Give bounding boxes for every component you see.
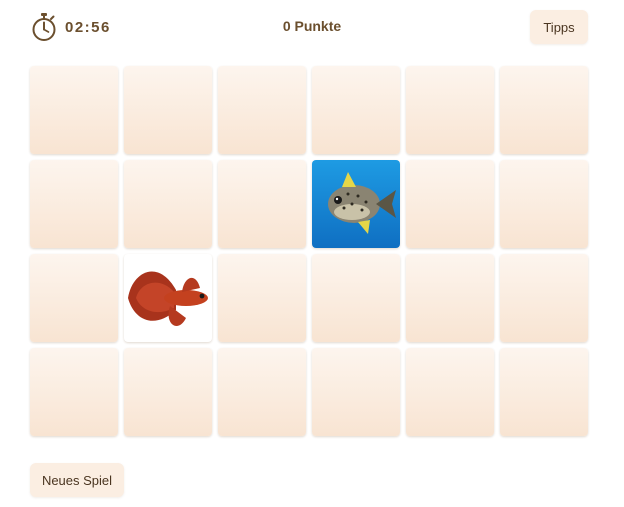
new-game-button[interactable]: Neues Spiel [30, 463, 124, 497]
memory-card[interactable] [124, 160, 212, 248]
memory-card[interactable] [30, 66, 118, 154]
memory-card[interactable] [500, 348, 588, 436]
memory-card[interactable] [124, 348, 212, 436]
pufferfish-icon [328, 172, 396, 234]
memory-card[interactable] [500, 160, 588, 248]
tips-button[interactable]: Tipps [530, 10, 588, 44]
memory-card[interactable] [406, 66, 494, 154]
memory-card[interactable] [500, 254, 588, 342]
memory-card[interactable] [218, 66, 306, 154]
memory-card[interactable] [30, 254, 118, 342]
memory-card[interactable] [406, 348, 494, 436]
memory-card-revealed[interactable] [124, 254, 212, 342]
memory-card[interactable] [30, 160, 118, 248]
betta-fish-icon [128, 271, 208, 327]
memory-card[interactable] [30, 348, 118, 436]
memory-card[interactable] [218, 348, 306, 436]
memory-card[interactable] [124, 66, 212, 154]
memory-card[interactable] [406, 160, 494, 248]
memory-card[interactable] [312, 66, 400, 154]
top-bar: 02:56 0 Punkte Tipps [0, 0, 624, 56]
memory-card[interactable] [406, 254, 494, 342]
memory-card[interactable] [312, 348, 400, 436]
memory-card-revealed[interactable] [312, 160, 400, 248]
memory-card[interactable] [312, 254, 400, 342]
memory-card[interactable] [218, 254, 306, 342]
memory-card[interactable] [218, 160, 306, 248]
memory-card[interactable] [500, 66, 588, 154]
